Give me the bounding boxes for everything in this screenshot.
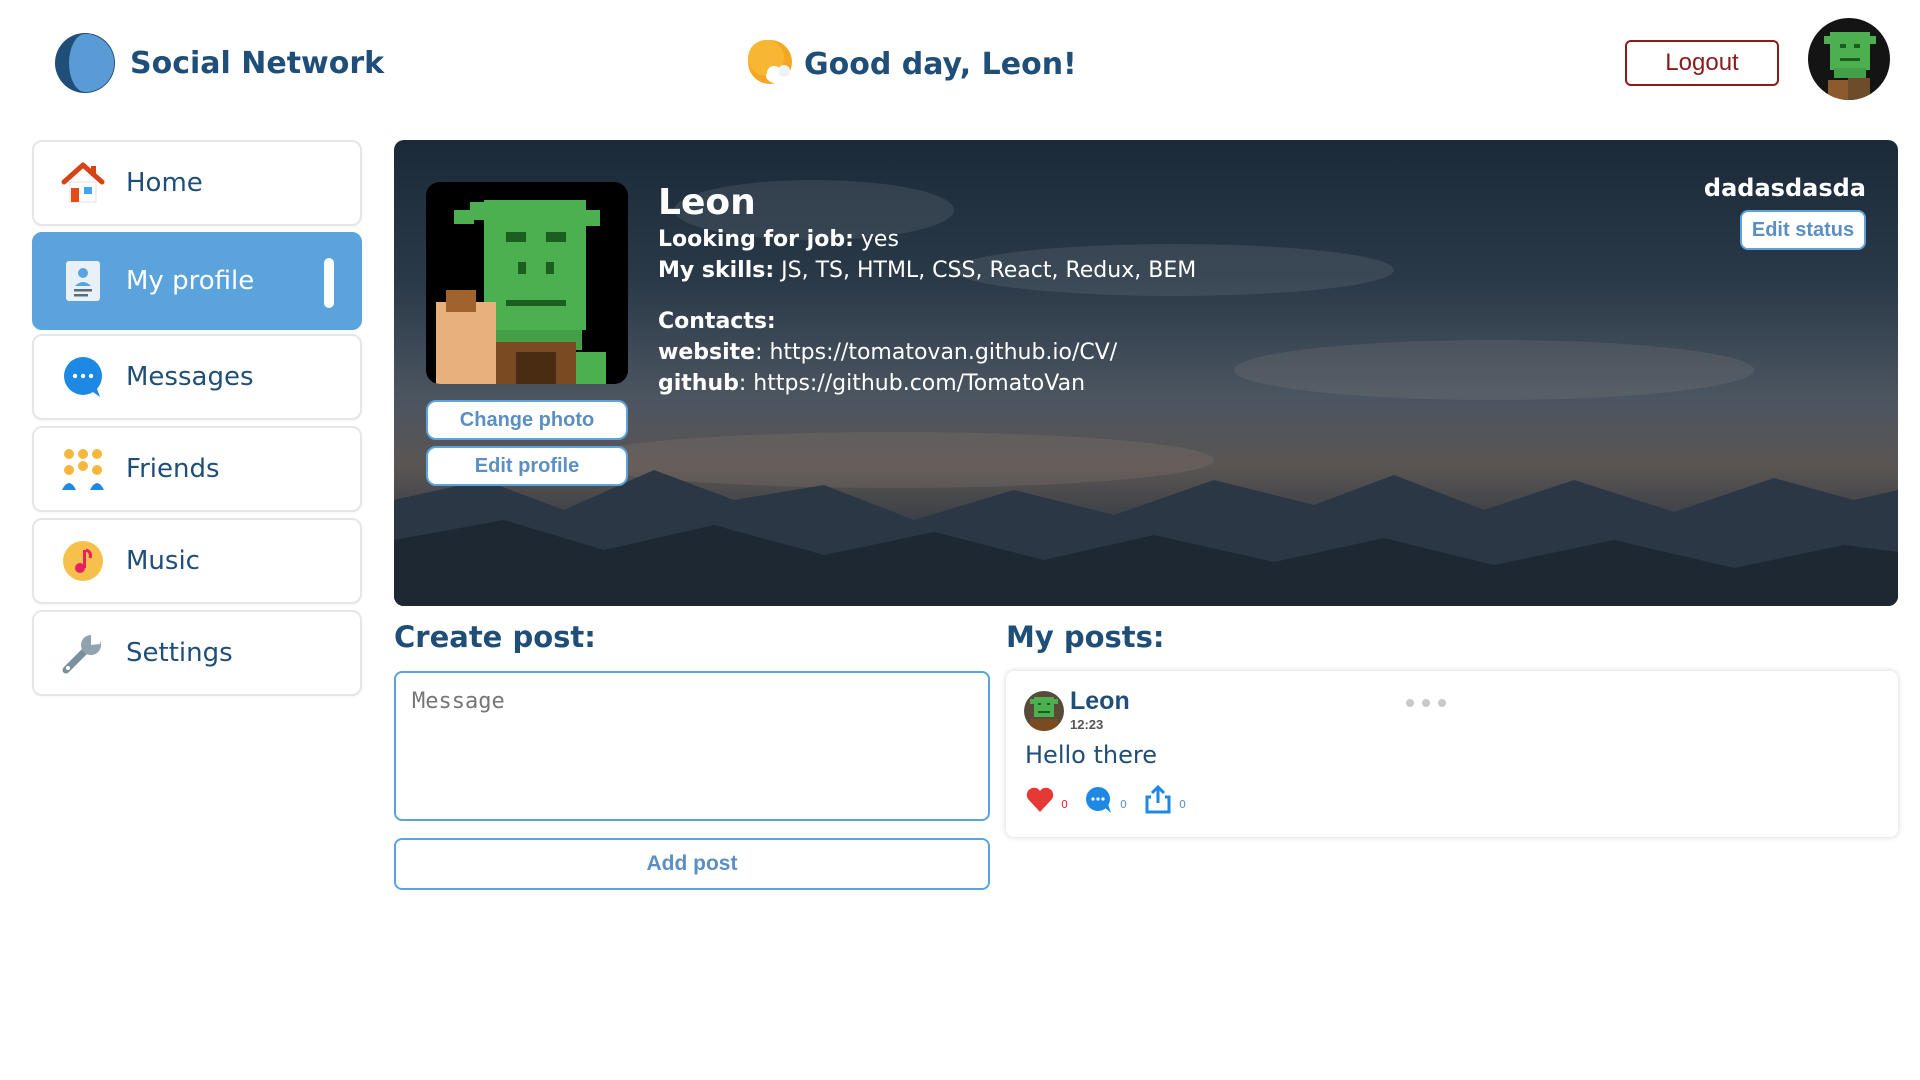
comment-button[interactable]: 0 <box>1084 785 1127 815</box>
heart-icon <box>1026 787 1054 812</box>
sidebar-item-label: Settings <box>126 638 233 668</box>
active-indicator <box>324 258 334 308</box>
edit-status-button[interactable]: Edit status <box>1740 210 1866 250</box>
home-icon <box>61 162 105 203</box>
menu-dot <box>1438 699 1446 707</box>
comment-icon <box>1086 787 1111 813</box>
profile-info: Leon Looking for job: yes My skills: JS,… <box>658 182 1196 399</box>
greeting: Good day, Leon! <box>744 36 1077 92</box>
sidebar-item-settings[interactable]: Settings <box>32 610 362 696</box>
sidebar-item-home[interactable]: Home <box>32 140 362 226</box>
message-input[interactable] <box>394 671 990 821</box>
post-text: Hello there <box>1025 741 1157 769</box>
messages-icon <box>64 357 102 397</box>
friends-icon <box>62 449 104 490</box>
header: Social Network Good day, Leon! Logout <box>0 0 1920 130</box>
moon-logo-icon <box>55 33 115 93</box>
sidebar-item-label: Friends <box>126 454 220 484</box>
sidebar-nav: Home My profile Messages Friends Music S… <box>32 140 362 702</box>
create-post-title: Create post: <box>394 620 596 654</box>
music-icon <box>63 541 103 581</box>
post-time: 12:23 <box>1070 717 1104 732</box>
looking-for-job-value: yes <box>860 227 899 252</box>
avatar-image <box>1808 18 1890 100</box>
looking-for-job-label: Looking for job: <box>658 227 854 252</box>
sidebar-item-friends[interactable]: Friends <box>32 426 362 512</box>
profile-name: Leon <box>658 182 756 223</box>
sidebar-item-music[interactable]: Music <box>32 518 362 604</box>
github-link[interactable]: https://github.com/TomatoVan <box>753 371 1085 396</box>
change-photo-button[interactable]: Change photo <box>426 400 628 440</box>
like-button[interactable]: 0 <box>1025 785 1068 815</box>
edit-profile-button[interactable]: Edit profile <box>426 446 628 486</box>
post-author: Leon <box>1070 687 1130 715</box>
greeting-text: Good day, Leon! <box>804 46 1077 82</box>
status-area: dadasdasda Edit status <box>1704 174 1866 250</box>
skills-row: My skills: JS, TS, HTML, CSS, React, Red… <box>658 255 1196 286</box>
menu-dot <box>1422 699 1430 707</box>
post-actions: 0 0 0 <box>1025 785 1202 815</box>
github-row: github: https://github.com/TomatoVan <box>658 371 1086 396</box>
website-link[interactable]: https://tomatovan.github.io/CV/ <box>769 340 1117 365</box>
skills-label: My skills: <box>658 258 775 283</box>
profile-photo <box>426 182 628 384</box>
header-avatar[interactable] <box>1808 18 1890 100</box>
contacts-title: Contacts: <box>658 309 776 334</box>
add-post-button[interactable]: Add post <box>394 838 990 890</box>
share-count: 0 <box>1179 798 1186 811</box>
post-avatar-image <box>1024 691 1064 731</box>
menu-dot <box>1406 699 1414 707</box>
sun-cloud-icon <box>748 40 794 84</box>
share-icon <box>1145 785 1171 814</box>
my-posts-title: My posts: <box>1006 620 1165 654</box>
like-count: 0 <box>1061 798 1068 811</box>
app-title: Social Network <box>130 45 385 81</box>
sidebar-item-label: Messages <box>126 362 254 392</box>
skills-value: JS, TS, HTML, CSS, React, Redux, BEM <box>781 258 1197 283</box>
status-text: dadasdasda <box>1703 174 1866 202</box>
post-menu-button[interactable] <box>1406 699 1446 707</box>
website-label: website <box>658 340 756 365</box>
profile-icon <box>66 261 100 301</box>
github-label: github <box>658 371 739 396</box>
sidebar-item-messages[interactable]: Messages <box>32 334 362 420</box>
sidebar-item-label: My profile <box>126 266 255 296</box>
wrench-icon <box>62 635 101 674</box>
website-row: website: https://tomatovan.github.io/CV/ <box>658 340 1118 365</box>
post-card: Leon 12:23 Hello there 0 0 0 <box>1006 671 1898 837</box>
sidebar-item-my-profile[interactable]: My profile <box>32 232 362 330</box>
sidebar-item-label: Music <box>126 546 200 576</box>
sidebar-item-label: Home <box>126 168 203 198</box>
logout-button[interactable]: Logout <box>1625 40 1779 86</box>
comment-count: 0 <box>1120 798 1127 811</box>
profile-avatar-image <box>426 182 628 384</box>
post-avatar <box>1024 691 1064 731</box>
profile-banner: Change photo Edit profile Leon Looking f… <box>394 140 1898 606</box>
app-logo[interactable]: Social Network <box>54 32 384 94</box>
share-button[interactable]: 0 <box>1143 785 1186 815</box>
looking-for-job-row: Looking for job: yes <box>658 224 1196 255</box>
